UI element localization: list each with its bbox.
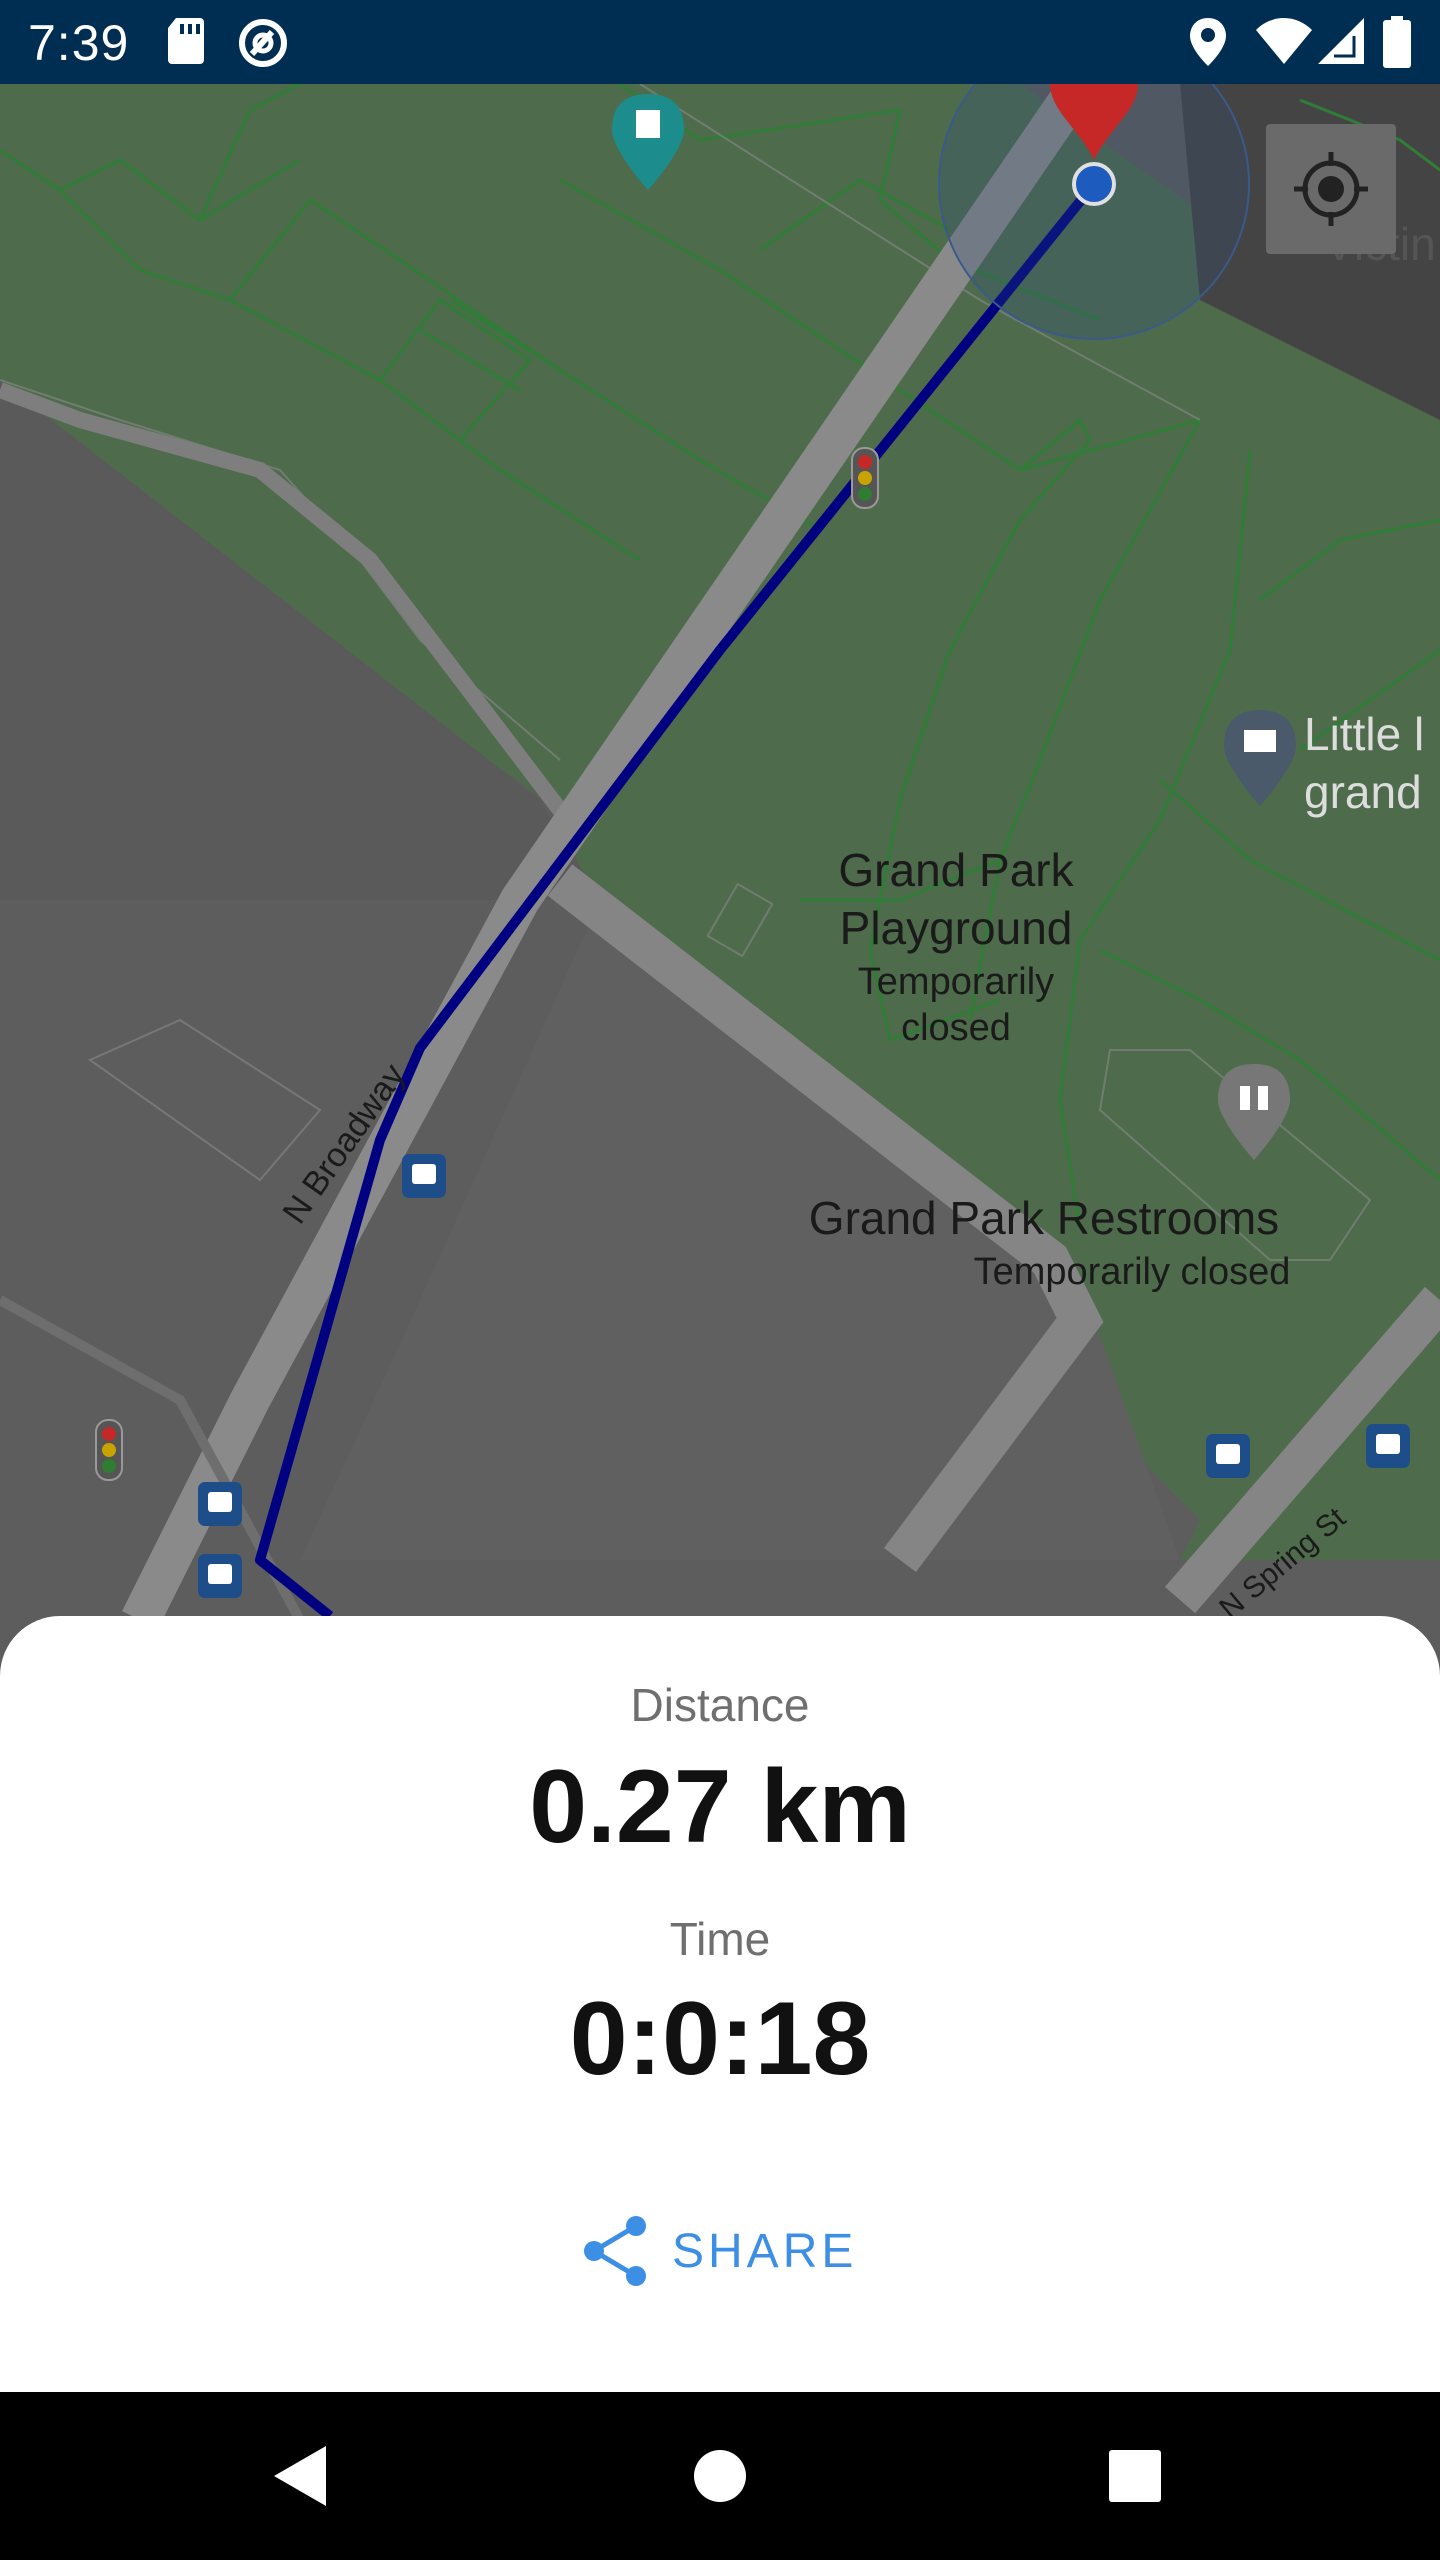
map-label: closed [901,1007,1011,1049]
distance-label: Distance [630,1679,810,1731]
bus-stop-icon[interactable] [402,1154,446,1198]
map-label: Temporarily [858,961,1054,1003]
status-time: 7:39 [28,15,130,71]
map-canvas[interactable]: N Broadway N Spring St Victin Little l g… [0,84,1440,1644]
map-label: grand [1304,766,1422,818]
map-label: Temporarily closed [974,1251,1291,1293]
back-icon[interactable] [260,2436,340,2516]
traffic-light-icon [851,447,879,509]
sd-card-icon [168,18,204,64]
home-icon[interactable] [680,2436,760,2516]
bus-stop-icon[interactable] [198,1482,242,1526]
distance-value: 0.27 km [529,1749,911,1865]
my-location-button[interactable] [1266,124,1396,254]
time-value: 0:0:18 [569,1981,871,2097]
location-icon [1190,18,1226,66]
share-label: SHARE [672,2224,858,2278]
map-label: Playground [840,902,1073,954]
map-label: Grand Park Restrooms [809,1192,1279,1244]
wifi-icon [1256,18,1312,64]
share-icon [584,2216,646,2286]
recents-icon[interactable] [1095,2436,1175,2516]
map-label: Grand Park [838,844,1074,896]
traffic-light-icon [95,1419,123,1481]
trip-summary-sheet: Distance 0.27 km Time 0:0:18 SHARE [0,1616,1440,2392]
map-label: Little l [1304,708,1424,760]
signal-icon [1318,18,1364,64]
current-location-dot [1072,162,1116,206]
bus-stop-icon[interactable] [1366,1424,1410,1468]
battery-icon [1383,16,1411,68]
map-view[interactable]: N Broadway N Spring St Victin Little l g… [0,84,1440,1644]
bus-stop-icon[interactable] [198,1554,242,1598]
navigation-bar [0,2392,1440,2560]
time-label: Time [669,1913,771,1965]
status-bar: 7:39 [0,0,1440,84]
sync-icon [239,19,287,67]
bus-stop-icon[interactable] [1206,1434,1250,1478]
crosshair-icon [1294,152,1368,226]
share-button[interactable]: SHARE [580,2206,870,2296]
